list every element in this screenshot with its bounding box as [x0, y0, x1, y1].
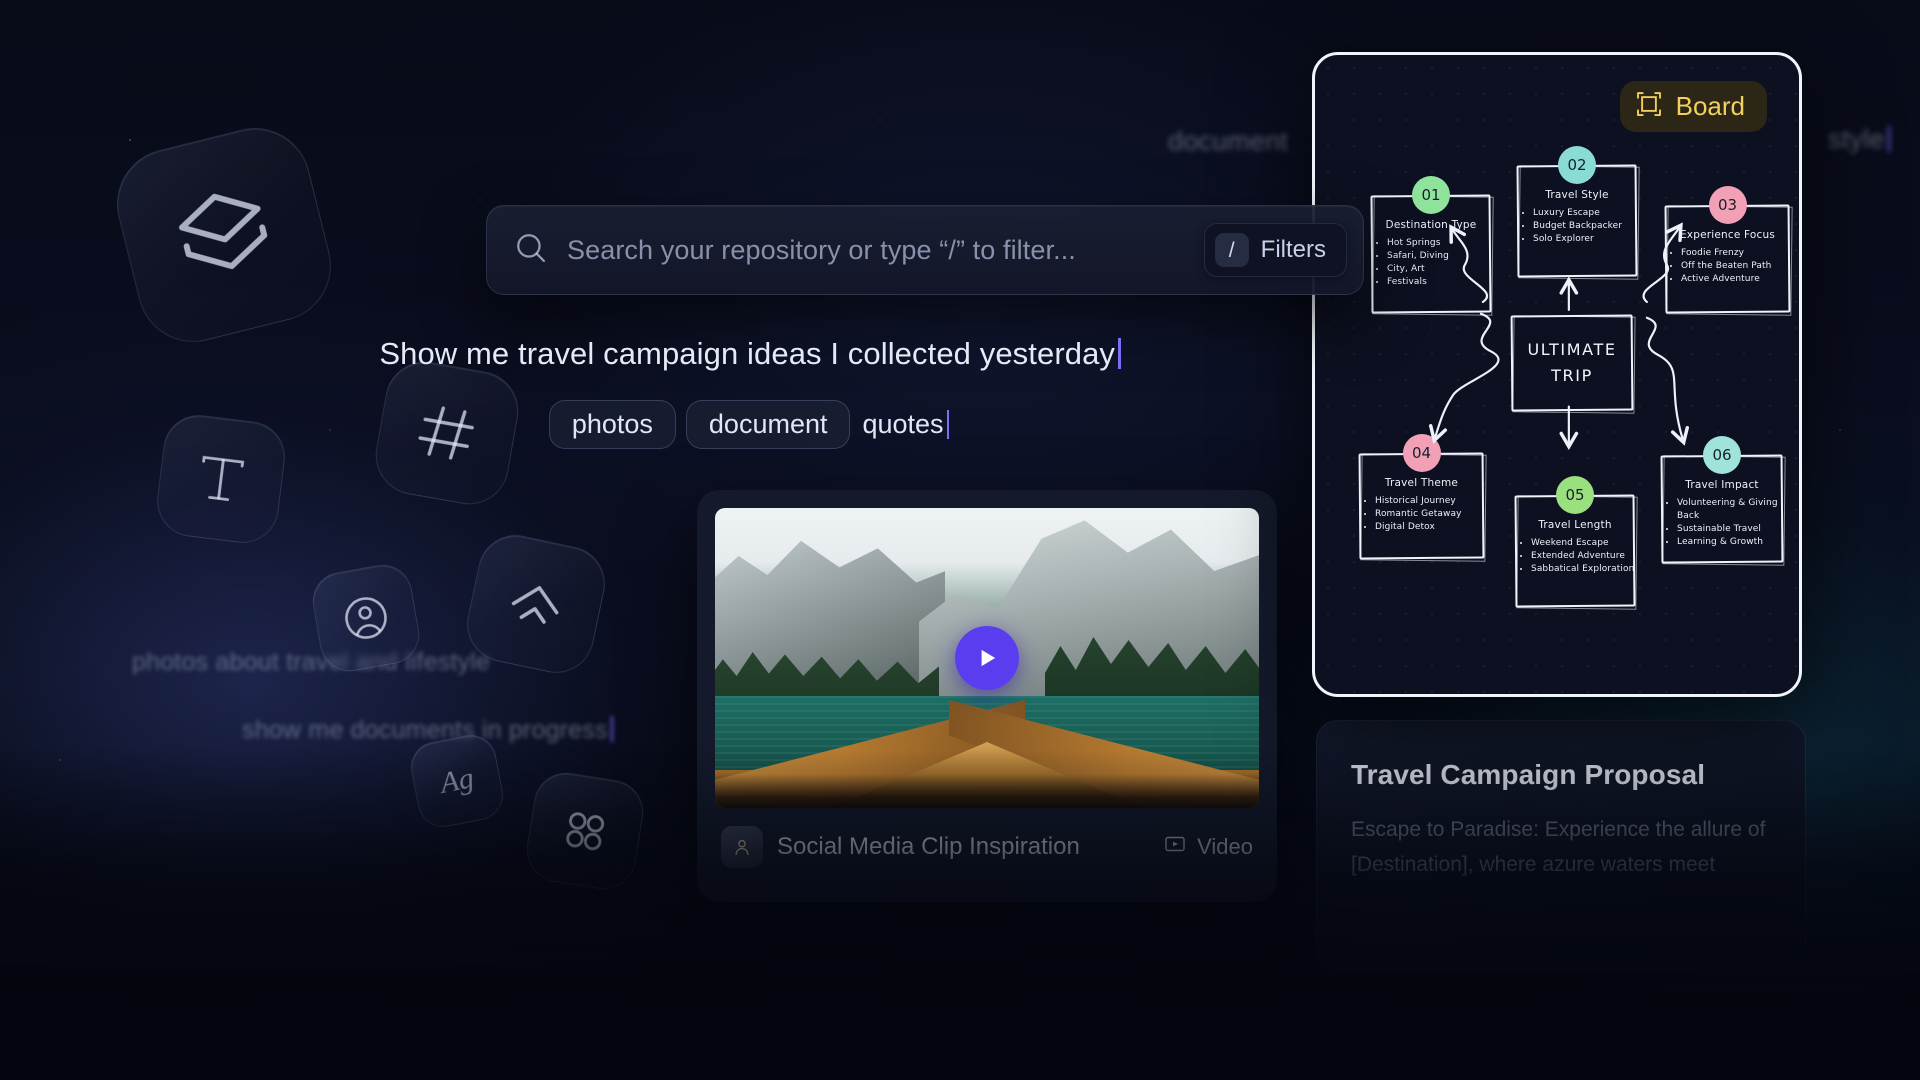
board-badge[interactable]: Board	[1619, 81, 1767, 132]
avatar-icon	[721, 826, 763, 868]
video-card-meta: Social Media Clip Inspiration Video	[715, 808, 1259, 868]
dots-grid-icon	[522, 768, 648, 894]
proposal-result-card[interactable]: Travel Campaign Proposal Escape to Parad…	[1316, 720, 1806, 970]
font-sample-icon: Ag	[406, 730, 508, 832]
video-result-card[interactable]: Social Media Clip Inspiration Video	[697, 490, 1277, 902]
ghost-caret	[1887, 126, 1890, 152]
layers-icon	[105, 116, 343, 354]
video-thumbnail[interactable]	[715, 508, 1259, 808]
chip-photos[interactable]: photos	[548, 400, 676, 449]
ghost-caret	[610, 716, 613, 742]
ghost-prompt-text: photos about travel and lifestyle	[132, 648, 491, 676]
ghost-prompt-text: style	[1828, 124, 1885, 154]
board-badge-label: Board	[1675, 91, 1745, 121]
typed-query-text: Show me travel campaign ideas I collecte…	[0, 336, 1500, 372]
search-bar[interactable]: Search your repository or type “/” to fi…	[486, 205, 1364, 295]
video-type-label: Video	[1197, 834, 1253, 859]
query-chips: photos document quotes	[0, 400, 1500, 449]
chip-quotes[interactable]: quotes	[860, 401, 951, 448]
ghost-prompt-mid-left: photos about travel and lifestyle	[132, 648, 490, 677]
proposal-body: Escape to Paradise: Experience the allur…	[1351, 818, 1766, 876]
ghost-prompt-text: document	[1168, 126, 1289, 156]
ghost-prompt-text: show me documents in progress	[242, 716, 608, 744]
ghost-prompt-top-left: document	[1168, 126, 1288, 157]
chip-quotes-label: quotes	[862, 409, 944, 439]
board-panel[interactable]: Board 01 Destination Type • Hot Springs …	[1312, 52, 1802, 697]
ghost-prompt-top-right: style	[1828, 124, 1890, 155]
slash-key-hint: /	[1214, 233, 1249, 267]
video-title: Social Media Clip Inspiration	[777, 833, 1080, 860]
app-canvas: document style photos about travel and l…	[0, 0, 1920, 1080]
mindmap-connectors	[1428, 222, 1689, 450]
boat-shadow	[715, 774, 1259, 808]
frame-select-icon	[1634, 89, 1664, 124]
ghost-prompt-mid-left-2: show me documents in progress	[242, 716, 613, 745]
play-icon[interactable]	[955, 626, 1019, 690]
search-input[interactable]: Search your repository or type “/” to fi…	[567, 235, 1186, 266]
typed-query-caret	[1118, 338, 1121, 369]
video-type-badge: Video	[1163, 832, 1253, 862]
video-icon	[1163, 832, 1187, 862]
filters-button[interactable]: / Filters	[1203, 223, 1347, 277]
user-icon	[308, 560, 424, 676]
chip-caret	[946, 410, 950, 439]
filters-label: Filters	[1260, 236, 1326, 263]
proposal-title: Travel Campaign Proposal	[1351, 759, 1706, 790]
typed-query-value: Show me travel campaign ideas I collecte…	[379, 336, 1116, 371]
chip-document[interactable]: document	[685, 400, 851, 449]
search-icon	[513, 230, 549, 271]
